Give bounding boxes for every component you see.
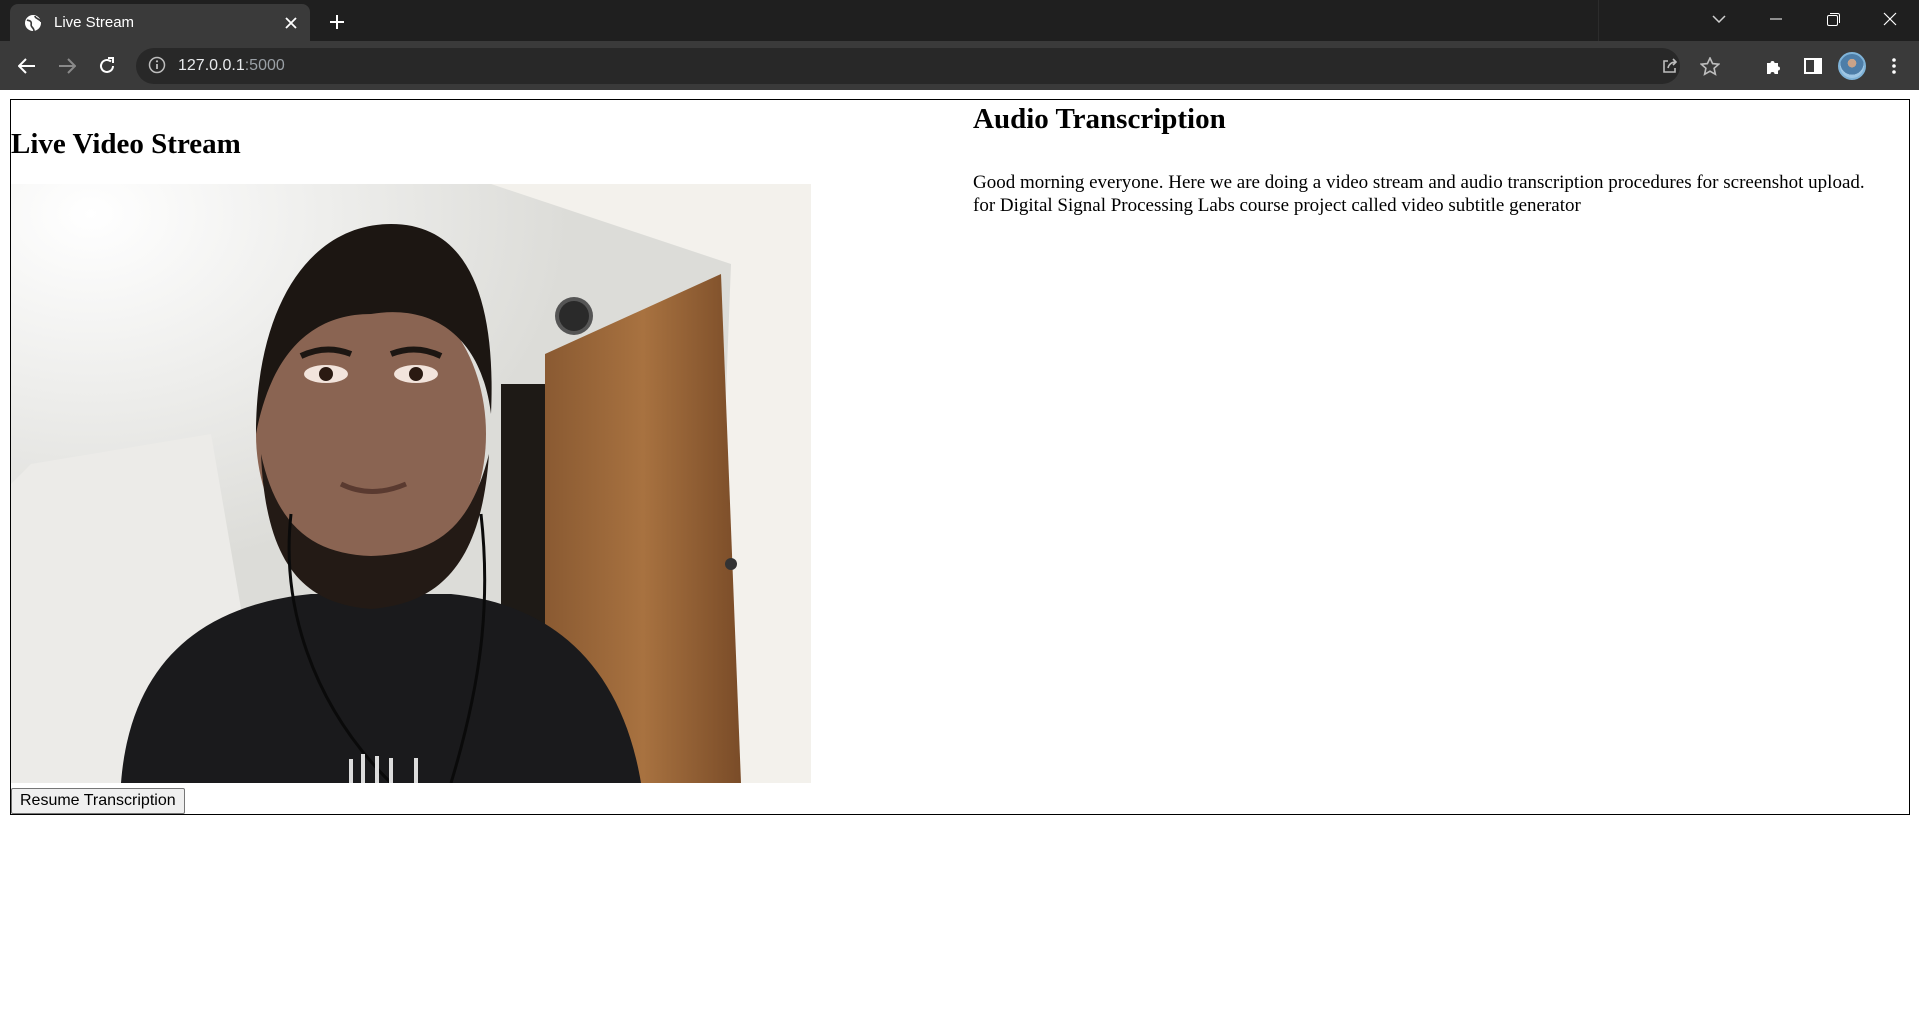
share-icon[interactable]	[1654, 50, 1686, 82]
browser-toolbar: 127.0.0.1:5000	[0, 41, 1919, 90]
tab-title: Live Stream	[54, 14, 135, 31]
forward-arrow-right-icon[interactable]	[51, 50, 83, 82]
url-port: :5000	[244, 57, 285, 74]
address-bar[interactable]: 127.0.0.1:5000	[136, 48, 1720, 84]
restore-icon[interactable]	[1805, 0, 1861, 38]
video-heading: Live Video Stream	[11, 128, 241, 160]
extensions-puzzle-icon[interactable]	[1757, 50, 1789, 82]
profile-avatar[interactable]	[1838, 52, 1866, 80]
globe-icon	[24, 14, 42, 32]
close-window-icon[interactable]	[1862, 0, 1918, 38]
bookmark-star-icon[interactable]	[1694, 50, 1726, 82]
transcript-text: Good morning everyone. Here we are doing…	[973, 171, 1893, 217]
video-section: Live Video Stream Resume Transcription	[11, 100, 971, 814]
content-container: Live Video Stream Resume Transcription A…	[10, 99, 1910, 815]
url-host: 127.0.0.1	[178, 57, 245, 74]
transcription-section: Audio Transcription Good morning everyon…	[973, 100, 1909, 814]
transcript-line: Good morning everyone. Here we are doing…	[973, 172, 1865, 193]
side-panel-icon[interactable]	[1797, 50, 1829, 82]
live-video-feed	[11, 184, 811, 783]
minimize-icon[interactable]	[1748, 0, 1804, 38]
site-info-icon[interactable]	[148, 56, 168, 76]
tab-search-chevron-down-icon[interactable]	[1691, 0, 1747, 38]
new-tab-plus-icon[interactable]	[322, 7, 352, 37]
url-text[interactable]: 127.0.0.1:5000	[178, 57, 285, 75]
browser-tab-active[interactable]: Live Stream	[10, 4, 310, 41]
tab-close-icon[interactable]	[276, 8, 306, 38]
transcript-line: for Digital Signal Processing Labs cours…	[973, 195, 1581, 216]
page-viewport: Live Video Stream Resume Transcription A…	[0, 90, 1919, 1015]
audio-heading: Audio Transcription	[973, 103, 1226, 135]
tabstrip-divider	[1598, 0, 1599, 41]
reload-icon[interactable]	[91, 50, 123, 82]
tab-strip: Live Stream	[0, 0, 1919, 41]
kebab-menu-icon[interactable]	[1878, 50, 1910, 82]
back-arrow-left-icon[interactable]	[11, 50, 43, 82]
resume-transcription-button[interactable]: Resume Transcription	[11, 788, 185, 814]
webcam-frame-image	[11, 184, 811, 783]
